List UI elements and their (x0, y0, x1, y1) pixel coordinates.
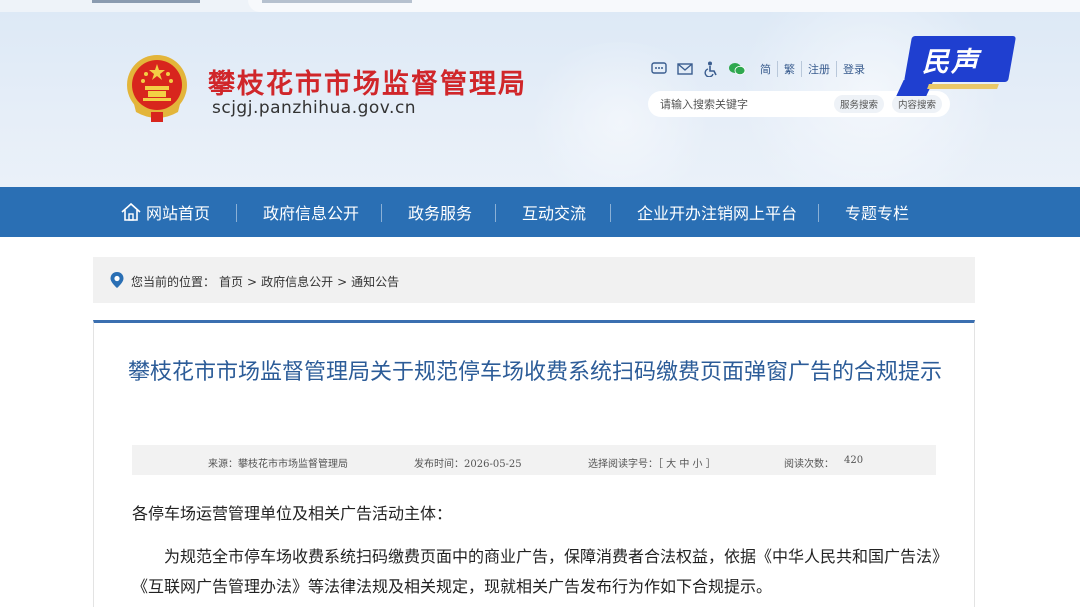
accessibility-icon[interactable] (702, 60, 720, 78)
view-count: 420 (844, 455, 864, 466)
nav-divider (610, 204, 611, 222)
nav-item-home[interactable]: 网站首页 (120, 202, 211, 223)
article-title: 攀枝花市市场监督管理局关于规范停车场收费系统扫码缴费页面弹窗广告的合规提示 (127, 360, 942, 385)
national-emblem-icon (127, 55, 187, 122)
mail-icon[interactable] (676, 60, 694, 78)
article-date: 发布时间：2026-05-25 (414, 459, 522, 470)
breadcrumb-separator: > (247, 275, 258, 289)
breadcrumb-item-home[interactable]: 首页 (219, 275, 243, 289)
minsheng-badge: 民声 (896, 36, 1017, 96)
top-link-secondary[interactable] (262, 0, 412, 3)
wechat-icon[interactable] (728, 60, 746, 78)
service-search-button[interactable]: 服务搜索 (834, 95, 885, 113)
home-icon (121, 202, 141, 221)
nav-item-gov-services[interactable]: 政务服务 (408, 202, 472, 223)
article-source: 来源：攀枝花市市场监督管理局 (208, 459, 348, 470)
view-count-label: 阅读次数： (784, 459, 834, 470)
main-nav: 网站首页 政府信息公开 政务服务 互动交流 企业开办注销网上平台 专题专栏 (0, 187, 1080, 237)
breadcrumb-item-gov-info[interactable]: 政府信息公开 (261, 275, 333, 289)
font-size-selector[interactable]: 选择阅读字号：［ 大 中 小 ］ (588, 455, 716, 470)
site-name[interactable]: 攀枝花市市场监督管理局 (208, 62, 527, 101)
nav-item-special-topics[interactable]: 专题专栏 (845, 202, 909, 223)
location-pin-icon (110, 272, 124, 288)
breadcrumb-trail: 您当前的位置： 首页 > 政府信息公开 > 通知公告 (131, 273, 403, 290)
nav-item-label: 网站首页 (146, 204, 211, 223)
breadcrumb: 您当前的位置： 首页 > 政府信息公开 > 通知公告 (93, 257, 975, 303)
utility-links: 简 繁 注册 登录 (650, 60, 871, 78)
article-salutation: 各停车场运营管理单位及相关广告活动主体： (132, 504, 453, 523)
simplified-chinese-link[interactable]: 简 (754, 61, 777, 77)
breadcrumb-separator: > (337, 275, 348, 289)
nav-divider (381, 204, 382, 222)
article-meta: 来源：攀枝花市市场监督管理局 发布时间：2026-05-25 选择阅读字号：［ … (132, 445, 936, 475)
site-domain: scjgj.panzhihua.gov.cn (212, 98, 417, 118)
article-paragraph: 为规范全市停车场收费系统扫码缴费页面中的商业广告，保障消费者合法权益，依据《中华… (132, 547, 941, 596)
nav-item-business-platform[interactable]: 企业开办注销网上平台 (637, 202, 797, 223)
content-search-button[interactable]: 内容搜索 (892, 95, 943, 113)
nav-item-interaction[interactable]: 互动交流 (522, 202, 586, 223)
nav-divider (236, 204, 237, 222)
nav-divider (495, 204, 496, 222)
nav-item-gov-info[interactable]: 政府信息公开 (263, 202, 359, 223)
message-icon[interactable] (650, 60, 668, 78)
top-link[interactable] (92, 0, 200, 3)
search-input[interactable]: 请输入搜索关键字 (660, 96, 748, 112)
login-link[interactable]: 登录 (836, 61, 871, 77)
traditional-chinese-link[interactable]: 繁 (777, 61, 801, 77)
breadcrumb-prefix: 您当前的位置： (131, 275, 216, 289)
nav-divider (818, 204, 819, 222)
badge-label: 民声 (922, 47, 980, 78)
article-panel: 攀枝花市市场监督管理局关于规范停车场收费系统扫码缴费页面弹窗广告的合规提示 来源… (93, 320, 975, 607)
top-bar (0, 0, 1080, 12)
register-link[interactable]: 注册 (801, 61, 836, 77)
breadcrumb-item-notices[interactable]: 通知公告 (351, 275, 399, 289)
badge-stripe (927, 84, 999, 89)
